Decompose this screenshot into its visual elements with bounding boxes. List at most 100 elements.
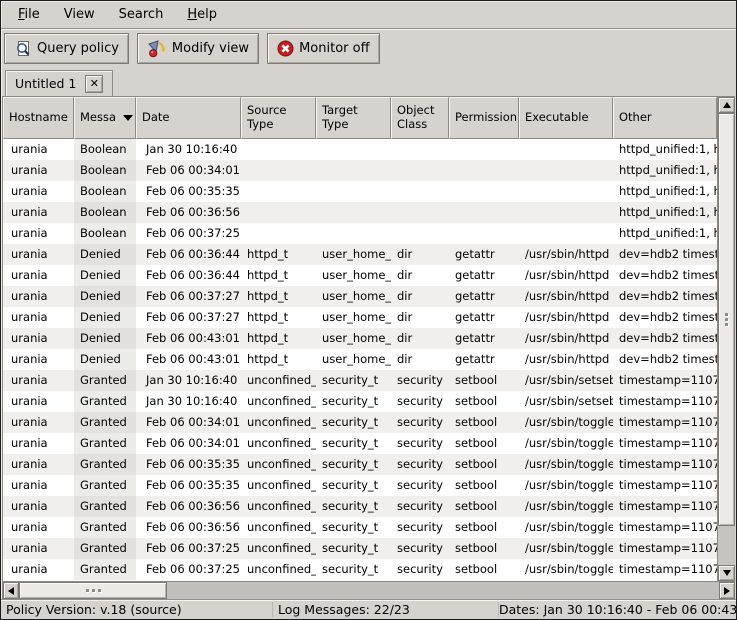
cell-date: Feb 06 00:43:01 — [136, 328, 241, 349]
table-row[interactable]: uraniaBooleanFeb 06 00:35:35httpd_unifie… — [3, 181, 717, 202]
cell-executable: /usr/sbin/toggle — [519, 475, 613, 496]
table-row[interactable]: uraniaGrantedFeb 06 00:35:35unconfined_s… — [3, 454, 717, 475]
table-row[interactable]: uraniaDeniedFeb 06 00:37:27httpd_tuser_h… — [3, 307, 717, 328]
cell-executable: /usr/sbin/setseb — [519, 391, 613, 412]
cell-executable: /usr/sbin/toggle — [519, 517, 613, 538]
cell-permission: getattr — [449, 349, 519, 370]
column-header-label: Other — [619, 111, 652, 125]
vertical-scrollbar-thumb[interactable] — [718, 113, 735, 526]
cell-hostname: urania — [3, 559, 74, 580]
toolbar: Query policy Modify view — [1, 29, 736, 68]
query-policy-label: Query policy — [37, 41, 119, 56]
cell-other: timestamp=11076 — [613, 475, 717, 496]
table-row[interactable]: uraniaGrantedJan 30 10:16:40unconfined_s… — [3, 391, 717, 412]
cell-other: timestamp=11076 — [613, 496, 717, 517]
table-row[interactable]: uraniaDeniedFeb 06 00:43:01httpd_tuser_h… — [3, 349, 717, 370]
menu-search[interactable]: Search — [108, 4, 175, 25]
table-row[interactable]: uraniaGrantedFeb 06 00:34:01unconfined_s… — [3, 433, 717, 454]
cell-objclass — [391, 139, 449, 160]
cell-message: Granted — [74, 391, 136, 412]
horizontal-scrollbar-thumb[interactable] — [19, 582, 167, 599]
cell-message: Boolean — [74, 223, 136, 244]
cell-other: timestamp=11076 — [613, 412, 717, 433]
table-row[interactable]: uraniaDeniedFeb 06 00:36:44httpd_tuser_h… — [3, 244, 717, 265]
table-row[interactable]: uraniaDeniedFeb 06 00:37:27httpd_tuser_h… — [3, 286, 717, 307]
column-header-object-class[interactable]: Object Class — [391, 97, 449, 139]
column-header-target-type[interactable]: Target Type — [316, 97, 391, 139]
cell-hostname: urania — [3, 496, 74, 517]
cell-objclass: security — [391, 454, 449, 475]
column-header-executable[interactable]: Executable — [519, 97, 613, 139]
cell-target: security_t — [316, 370, 391, 391]
cell-permission: setbool — [449, 454, 519, 475]
table-row[interactable]: uraniaBooleanFeb 06 00:37:25httpd_unifie… — [3, 223, 717, 244]
log-table: Hostname Messa Date Source Type Target T… — [2, 96, 735, 599]
horizontal-scrollbar[interactable] — [3, 581, 735, 599]
tab-untitled-1[interactable]: Untitled 1 ✕ — [5, 70, 113, 96]
cell-target: user_home_ — [316, 244, 391, 265]
cell-source: unconfined_ — [241, 433, 316, 454]
cell-executable: /usr/sbin/httpd — [519, 328, 613, 349]
cell-target: user_home_ — [316, 265, 391, 286]
column-header-date[interactable]: Date — [136, 97, 241, 139]
menu-file[interactable]: File — [7, 4, 51, 25]
scroll-up-button[interactable] — [718, 97, 735, 113]
horizontal-scrollbar-trough[interactable] — [19, 582, 719, 599]
query-policy-button[interactable]: Query policy — [4, 33, 129, 64]
column-header-other[interactable]: Other — [613, 97, 717, 139]
table-row[interactable]: uraniaBooleanJan 30 10:16:40httpd_unifie… — [3, 139, 717, 160]
table-row[interactable]: uraniaGrantedFeb 06 00:36:56unconfined_s… — [3, 496, 717, 517]
table-header: Hostname Messa Date Source Type Target T… — [3, 97, 717, 139]
vertical-scrollbar-trough[interactable] — [718, 526, 735, 565]
table-row[interactable]: uraniaGrantedFeb 06 00:35:35unconfined_s… — [3, 475, 717, 496]
column-header-message[interactable]: Messa — [74, 97, 136, 139]
scroll-down-button[interactable] — [718, 565, 735, 581]
column-header-permission[interactable]: Permission — [449, 97, 519, 139]
cell-date: Jan 30 10:16:40 — [136, 370, 241, 391]
table-row[interactable]: uraniaGrantedFeb 06 00:34:01unconfined_s… — [3, 412, 717, 433]
cell-source — [241, 223, 316, 244]
tab-bar: Untitled 1 ✕ — [1, 68, 736, 96]
tab-close-button[interactable]: ✕ — [85, 75, 103, 93]
grip-dot — [92, 589, 95, 592]
vertical-scrollbar[interactable] — [717, 97, 735, 581]
cell-executable: /usr/sbin/httpd — [519, 265, 613, 286]
cell-hostname: urania — [3, 412, 74, 433]
cell-date: Feb 06 00:36:56 — [136, 496, 241, 517]
cell-target: security_t — [316, 475, 391, 496]
table-row[interactable]: uraniaGrantedFeb 06 00:36:56unconfined_s… — [3, 517, 717, 538]
table-row[interactable]: uraniaBooleanFeb 06 00:34:01httpd_unifie… — [3, 160, 717, 181]
column-header-source-type[interactable]: Source Type — [241, 97, 316, 139]
cell-other: timestamp=11071 — [613, 370, 717, 391]
menu-view[interactable]: View — [53, 4, 106, 25]
seaudit-window: File View Search Help Query policy — [0, 0, 737, 620]
cell-date: Feb 06 00:37:27 — [136, 307, 241, 328]
cell-date: Feb 06 00:36:56 — [136, 202, 241, 223]
cell-message: Denied — [74, 328, 136, 349]
cell-message: Boolean — [74, 160, 136, 181]
cell-other: timestamp=11071 — [613, 391, 717, 412]
column-header-hostname[interactable]: Hostname — [3, 97, 74, 139]
scroll-left-button[interactable] — [3, 582, 19, 599]
scroll-right-button[interactable] — [719, 582, 735, 599]
cell-objclass: dir — [391, 286, 449, 307]
monitor-off-button[interactable]: Monitor off — [267, 33, 379, 64]
table-row[interactable]: uraniaGrantedFeb 06 00:37:25unconfined_s… — [3, 559, 717, 580]
table-row[interactable]: uraniaBooleanFeb 06 00:36:56httpd_unifie… — [3, 202, 717, 223]
cell-target: user_home_ — [316, 349, 391, 370]
cell-message: Denied — [74, 349, 136, 370]
cell-source — [241, 160, 316, 181]
table-row[interactable]: uraniaGrantedFeb 06 00:37:25unconfined_s… — [3, 538, 717, 559]
table-row[interactable]: uraniaDeniedFeb 06 00:43:01httpd_tuser_h… — [3, 328, 717, 349]
table-row[interactable]: uraniaDeniedFeb 06 00:36:44httpd_tuser_h… — [3, 265, 717, 286]
cell-other: dev=hdb2 timesta — [613, 307, 717, 328]
cell-target — [316, 139, 391, 160]
cell-date: Feb 06 00:43:01 — [136, 349, 241, 370]
menu-help[interactable]: Help — [176, 4, 228, 25]
cell-objclass: dir — [391, 265, 449, 286]
cell-date: Feb 06 00:34:01 — [136, 160, 241, 181]
modify-view-button[interactable]: Modify view — [137, 33, 259, 64]
cell-message: Denied — [74, 265, 136, 286]
cell-objclass: security — [391, 391, 449, 412]
table-row[interactable]: uraniaGrantedJan 30 10:16:40unconfined_s… — [3, 370, 717, 391]
